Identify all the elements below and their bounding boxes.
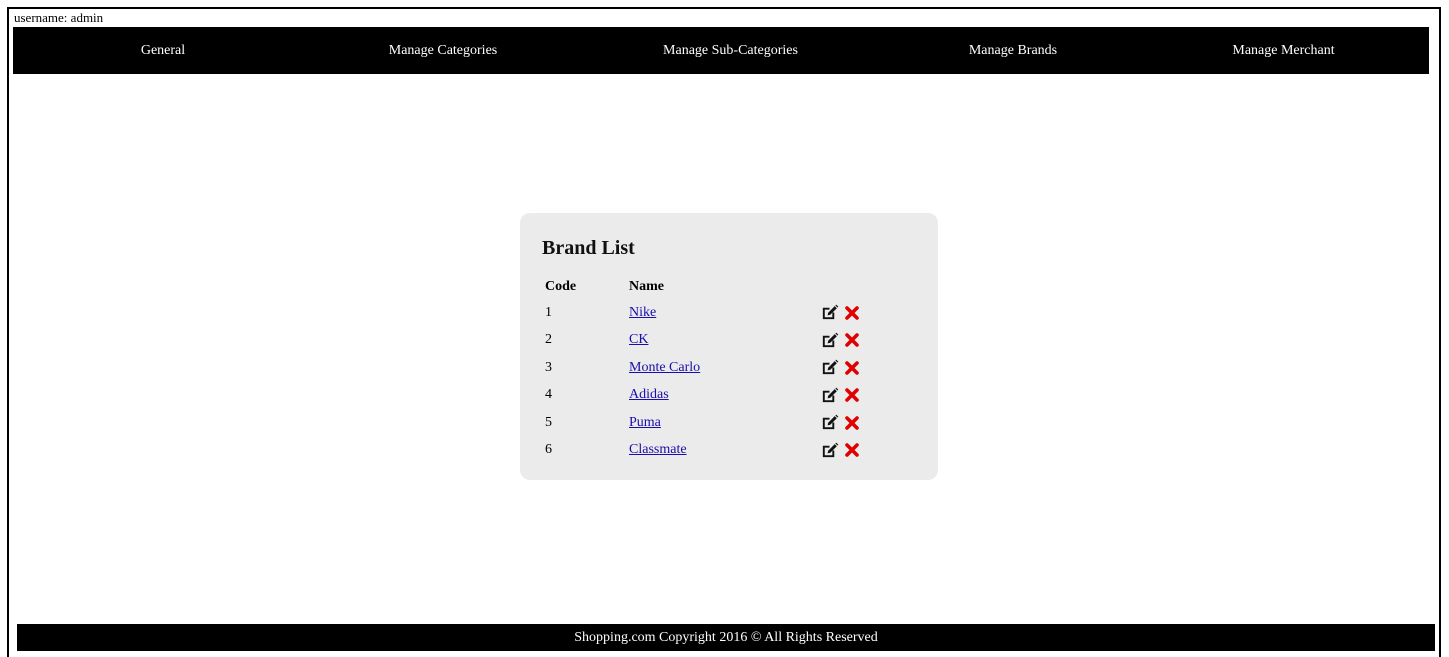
column-header-name: Name — [629, 279, 664, 294]
edit-icon[interactable] — [819, 413, 839, 433]
main-nav: General Manage Categories Manage Sub-Cat… — [13, 27, 1429, 74]
delete-icon[interactable] — [842, 330, 862, 350]
row-actions — [819, 330, 879, 350]
footer: Shopping.com Copyright 2016 © All Rights… — [17, 624, 1435, 651]
row-actions — [819, 385, 879, 405]
nav-manage-categories[interactable]: Manage Categories — [313, 27, 573, 74]
username-label: username: admin — [14, 10, 104, 25]
delete-icon[interactable] — [842, 385, 862, 405]
nav-manage-merchant[interactable]: Manage Merchant — [1138, 27, 1429, 74]
delete-icon[interactable] — [842, 413, 862, 433]
brand-code: 2 — [545, 332, 552, 348]
brand-table: Code Name 1 Nike 2 CK 3 Monte Carlo 4 Ad… — [540, 275, 884, 464]
brand-name-link[interactable]: Classmate — [629, 442, 687, 457]
brand-name-link[interactable]: Adidas — [629, 387, 669, 402]
row-actions — [819, 440, 879, 460]
edit-icon[interactable] — [819, 330, 839, 350]
brand-name-link[interactable]: Monte Carlo — [629, 360, 700, 375]
brand-code: 3 — [545, 359, 552, 375]
brand-list-panel: Brand List Code Name 1 Nike 2 CK 3 Monte… — [520, 213, 938, 480]
column-header-actions — [814, 275, 884, 299]
table-row: 1 Nike — [540, 299, 884, 327]
brand-name-link[interactable]: Nike — [629, 305, 656, 320]
table-header-row: Code Name — [540, 275, 884, 299]
table-row: 2 CK — [540, 327, 884, 355]
nav-manage-brands[interactable]: Manage Brands — [888, 27, 1138, 74]
brand-code: 1 — [545, 304, 552, 320]
row-actions — [819, 303, 879, 323]
brand-name-link[interactable]: CK — [629, 332, 648, 347]
delete-icon[interactable] — [842, 303, 862, 323]
brand-code: 4 — [545, 387, 552, 403]
brand-table-body: 1 Nike 2 CK 3 Monte Carlo 4 Adidas 5 Pum… — [540, 299, 884, 464]
page-frame: username: admin General Manage Categorie… — [7, 7, 1441, 657]
table-row: 6 Classmate — [540, 437, 884, 465]
delete-icon[interactable] — [842, 358, 862, 378]
table-row: 4 Adidas — [540, 382, 884, 410]
footer-text: Shopping.com Copyright 2016 © All Rights… — [574, 630, 878, 645]
table-row: 5 Puma — [540, 409, 884, 437]
edit-icon[interactable] — [819, 385, 839, 405]
brand-name-link[interactable]: Puma — [629, 415, 661, 430]
edit-icon[interactable] — [819, 440, 839, 460]
column-header-code: Code — [545, 279, 577, 294]
nav-general[interactable]: General — [13, 27, 313, 74]
nav-manage-sub-categories[interactable]: Manage Sub-Categories — [573, 27, 888, 74]
edit-icon[interactable] — [819, 303, 839, 323]
edit-icon[interactable] — [819, 358, 839, 378]
delete-icon[interactable] — [842, 440, 862, 460]
row-actions — [819, 358, 879, 378]
brand-code: 5 — [545, 414, 552, 430]
table-row: 3 Monte Carlo — [540, 354, 884, 382]
brand-code: 6 — [545, 442, 552, 458]
brand-list-title: Brand List — [542, 237, 635, 259]
row-actions — [819, 413, 879, 433]
